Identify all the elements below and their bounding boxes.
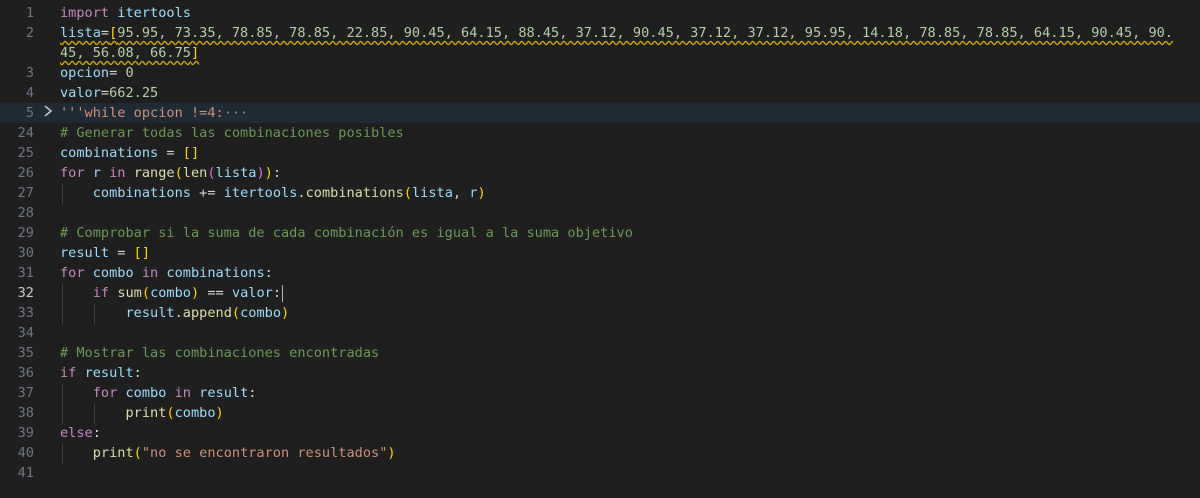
code-line[interactable]: 1 import itertools [0, 3, 1200, 23]
folded-code-line[interactable]: 5 '''while opcion !=4:··· [0, 103, 1200, 123]
code-line[interactable]: 28 [0, 203, 1200, 223]
line-number: 32 [17, 285, 34, 301]
code-text: for combo in combinations: [60, 265, 273, 281]
chevron-right-icon[interactable] [41, 103, 55, 123]
line-number: 36 [17, 365, 34, 381]
code-line[interactable]: 29 # Comprobar si la suma de cada combin… [0, 223, 1200, 243]
text-cursor [282, 284, 284, 302]
code-text: if sum(combo) == valor: [92, 284, 284, 302]
line-number: 31 [17, 265, 34, 281]
code-text: for r in range(len(lista)): [60, 165, 282, 181]
code-text: opcion= 0 [60, 65, 134, 81]
line-number: 25 [17, 145, 34, 161]
code-line[interactable]: 3 opcion= 0 [0, 63, 1200, 83]
line-number: 29 [17, 225, 34, 241]
line-number: 28 [17, 205, 34, 221]
code-line[interactable]: 24 # Generar todas las combinaciones pos… [0, 123, 1200, 143]
code-text: result = [] [60, 245, 151, 261]
code-line[interactable]: 2 lista=[95.95, 73.35, 78.85, 78.85, 22.… [0, 23, 1200, 43]
line-number: 26 [17, 165, 34, 181]
code-line[interactable]: 36 if result: [0, 363, 1200, 383]
code-text: valor=662.25 [60, 85, 159, 101]
code-text: else: [60, 425, 101, 441]
comment-text: # Generar todas las combinaciones posibl… [60, 125, 404, 141]
code-line[interactable]: 35 # Mostrar las combinaciones encontrad… [0, 343, 1200, 363]
code-line[interactable]: 31 for combo in combinations: [0, 263, 1200, 283]
line-number: 38 [17, 405, 34, 421]
code-text: import itertools [60, 5, 191, 21]
code-text: lista=[95.95, 73.35, 78.85, 78.85, 22.85… [60, 25, 1174, 41]
code-line[interactable]: 38 print(combo) [0, 403, 1200, 423]
code-line-current[interactable]: 32 if sum(combo) == valor: [0, 283, 1200, 303]
code-line[interactable]: 39 else: [0, 423, 1200, 443]
line-number: 1 [25, 5, 34, 21]
line-number: 41 [17, 465, 34, 481]
line-number: 4 [25, 85, 34, 101]
line-number: 27 [17, 185, 34, 201]
fold-ellipsis: ··· [223, 105, 249, 121]
code-line[interactable]: 30 result = [] [0, 243, 1200, 263]
comment-text: # Mostrar las combinaciones encontradas [60, 345, 380, 361]
line-number: 5 [25, 105, 34, 121]
code-text: print(combo) [125, 405, 224, 421]
code-line-wrap[interactable]: 45, 56.08, 66.75] [0, 43, 1200, 63]
code-line[interactable]: 34 [0, 323, 1200, 343]
line-number: 40 [17, 445, 34, 461]
code-line[interactable]: 37 for combo in result: [0, 383, 1200, 403]
line-number: 37 [17, 385, 34, 401]
code-text: 45, 56.08, 66.75] [60, 45, 200, 61]
line-number: 24 [17, 125, 34, 141]
line-number: 33 [17, 305, 34, 321]
code-line[interactable]: 40 print("no se encontraron resultados") [0, 443, 1200, 463]
code-text: result.append(combo) [125, 305, 290, 321]
code-line[interactable]: 33 result.append(combo) [0, 303, 1200, 323]
line-number: 3 [25, 65, 34, 81]
code-text: '''while opcion !=4:··· [60, 105, 249, 121]
line-number: 39 [17, 425, 34, 441]
code-line[interactable]: 4 valor=662.25 [0, 83, 1200, 103]
comment-text: # Comprobar si la suma de cada combinaci… [60, 225, 633, 241]
line-number: 30 [17, 245, 34, 261]
code-line[interactable]: 25 combinations = [] [0, 143, 1200, 163]
code-text: combinations = [] [60, 145, 200, 161]
code-line[interactable]: 41 [0, 463, 1200, 483]
code-text: print("no se encontraron resultados") [92, 445, 396, 461]
line-number: 35 [17, 345, 34, 361]
line-number: 2 [25, 25, 34, 41]
code-editor[interactable]: 1 import itertools 2 lista=[95.95, 73.35… [0, 0, 1200, 498]
code-text: combinations += itertools.combinations(l… [92, 185, 486, 201]
code-text: if result: [60, 365, 142, 381]
code-line[interactable]: 27 combinations += itertools.combination… [0, 183, 1200, 203]
code-line[interactable]: 26 for r in range(len(lista)): [0, 163, 1200, 183]
line-number: 34 [17, 325, 34, 341]
code-text: for combo in result: [92, 385, 257, 401]
